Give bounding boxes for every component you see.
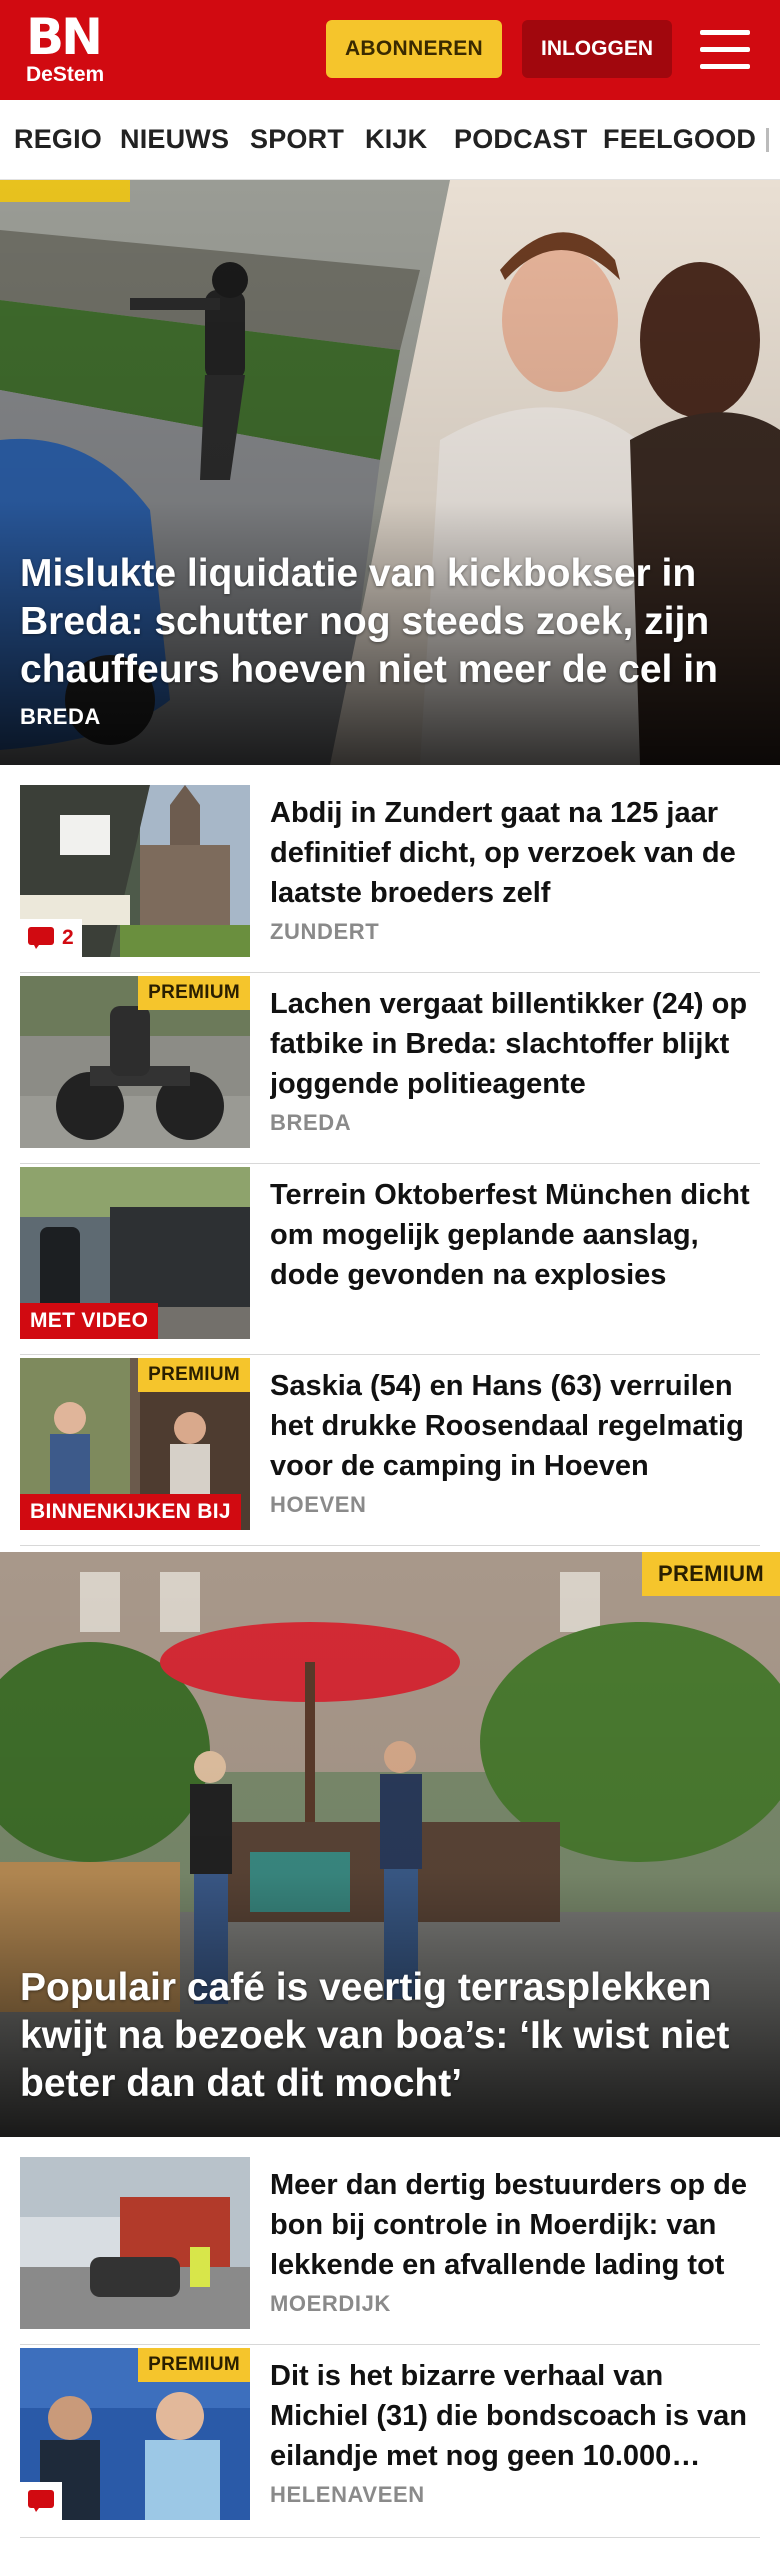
list-item-oktoberfest[interactable]: MET VIDEO Terrein Oktoberfest München di… bbox=[20, 1167, 760, 1355]
hero-article-cafe[interactable]: PREMIUM Populair café is veertig terrasp… bbox=[0, 1552, 780, 2137]
hero-place: BREDA bbox=[20, 704, 101, 729]
logo-sub-text: DeStem bbox=[26, 63, 105, 86]
nav-overflow-hint bbox=[766, 128, 769, 152]
series-label: BINNENKIJKEN BIJ bbox=[20, 1494, 241, 1530]
comment-icon bbox=[28, 927, 54, 949]
article-title-text: Saskia (54) en Hans (63) verruilen het d… bbox=[270, 1370, 744, 1482]
article-title-text: Dit is het bizarre verhaal van Michiel (… bbox=[270, 2360, 748, 2472]
hero-title[interactable]: Populair café is veertig terrasplekken k… bbox=[20, 1964, 750, 2108]
section-nav: REGIO NIEUWS SPORT KIJK PODCAST FEELGOOD bbox=[0, 100, 780, 180]
hero-caption: Populair café is veertig terrasplekken k… bbox=[20, 1964, 750, 2108]
article-place: ZUNDERT bbox=[270, 919, 380, 944]
article-place: MOERDIJK bbox=[270, 2291, 391, 2316]
list-item-billentikker[interactable]: PREMIUM Lachen vergaat billentikker (24)… bbox=[20, 976, 760, 1164]
subscribe-button[interactable]: ABONNEREN bbox=[326, 20, 502, 78]
nav-item-podcast[interactable]: PODCAST bbox=[454, 124, 587, 155]
login-button[interactable]: INLOGGEN bbox=[522, 20, 672, 78]
top-header: BN DeStem ABONNEREN INLOGGEN bbox=[0, 0, 780, 100]
article-place: HELENAVEEN bbox=[270, 2482, 425, 2507]
article-title-text: Meer dan dertig bestuurders op de bon bi… bbox=[270, 2169, 747, 2281]
article-thumbnail: PREMIUM bbox=[20, 2348, 250, 2520]
article-thumbnail: MET VIDEO bbox=[20, 1167, 250, 1339]
article-place: HOEVEN bbox=[270, 1492, 367, 1517]
article-place: BREDA bbox=[270, 1110, 352, 1135]
logo-main-text: BN bbox=[26, 8, 103, 66]
article-title-text: Abdij in Zundert gaat na 125 jaar defini… bbox=[270, 797, 736, 909]
article-title-text: Terrein Oktoberfest München dicht om mog… bbox=[270, 1179, 750, 1291]
brand-logo[interactable]: BN DeStem bbox=[26, 12, 104, 86]
hero-title[interactable]: Mislukte liquidatie van kickbokser in Br… bbox=[20, 550, 750, 694]
list-item-saskia-hans[interactable]: PREMIUM BINNENKIJKEN BIJ Saskia (54) en … bbox=[20, 1358, 760, 1546]
premium-badge: PREMIUM bbox=[138, 1358, 250, 1392]
article-title[interactable]: Saskia (54) en Hans (63) verruilen het d… bbox=[270, 1366, 750, 1486]
hero-article-liquidatie[interactable]: Mislukte liquidatie van kickbokser in Br… bbox=[0, 180, 780, 765]
comment-count-badge[interactable]: 2 bbox=[20, 919, 82, 957]
premium-badge: PREMIUM bbox=[138, 976, 250, 1010]
list-item-moerdijk[interactable]: Meer dan dertig bestuurders op de bon bi… bbox=[20, 2157, 760, 2345]
article-thumbnail: PREMIUM BINNENKIJKEN BIJ bbox=[20, 1358, 250, 1530]
hamburger-menu-icon[interactable] bbox=[700, 28, 750, 72]
comment-icon bbox=[28, 2490, 54, 2512]
comment-badge[interactable] bbox=[20, 2482, 62, 2520]
nav-item-kijk[interactable]: KIJK bbox=[365, 124, 427, 155]
article-title[interactable]: Lachen vergaat billentikker (24) op fatb… bbox=[270, 984, 750, 1104]
article-thumbnail: 2 bbox=[20, 785, 250, 957]
premium-badge: PREMIUM bbox=[138, 2348, 250, 2382]
hero-caption: Mislukte liquidatie van kickbokser in Br… bbox=[20, 550, 750, 730]
nav-item-regio[interactable]: REGIO bbox=[14, 124, 102, 155]
list-item-abdij[interactable]: 2 Abdij in Zundert gaat na 125 jaar defi… bbox=[20, 785, 760, 973]
premium-badge: PREMIUM bbox=[642, 1552, 780, 1596]
list-item-michiel[interactable]: PREMIUM Dit is het bizarre verhaal van M… bbox=[20, 2348, 760, 2538]
article-title[interactable]: Dit is het bizarre verhaal van Michiel (… bbox=[270, 2356, 750, 2476]
article-thumbnail: PREMIUM bbox=[20, 976, 250, 1148]
nav-item-feelgood[interactable]: FEELGOOD bbox=[603, 124, 756, 155]
article-title[interactable]: Terrein Oktoberfest München dicht om mog… bbox=[270, 1175, 750, 1295]
comment-count: 2 bbox=[62, 926, 74, 949]
article-thumbnail bbox=[20, 2157, 250, 2329]
article-title-text: Lachen vergaat billentikker (24) op fatb… bbox=[270, 988, 748, 1100]
nav-item-nieuws[interactable]: NIEUWS bbox=[120, 124, 229, 155]
nav-item-sport[interactable]: SPORT bbox=[250, 124, 344, 155]
article-title[interactable]: Meer dan dertig bestuurders op de bon bi… bbox=[270, 2165, 750, 2285]
video-label: MET VIDEO bbox=[20, 1303, 159, 1339]
article-title[interactable]: Abdij in Zundert gaat na 125 jaar defini… bbox=[270, 793, 750, 913]
